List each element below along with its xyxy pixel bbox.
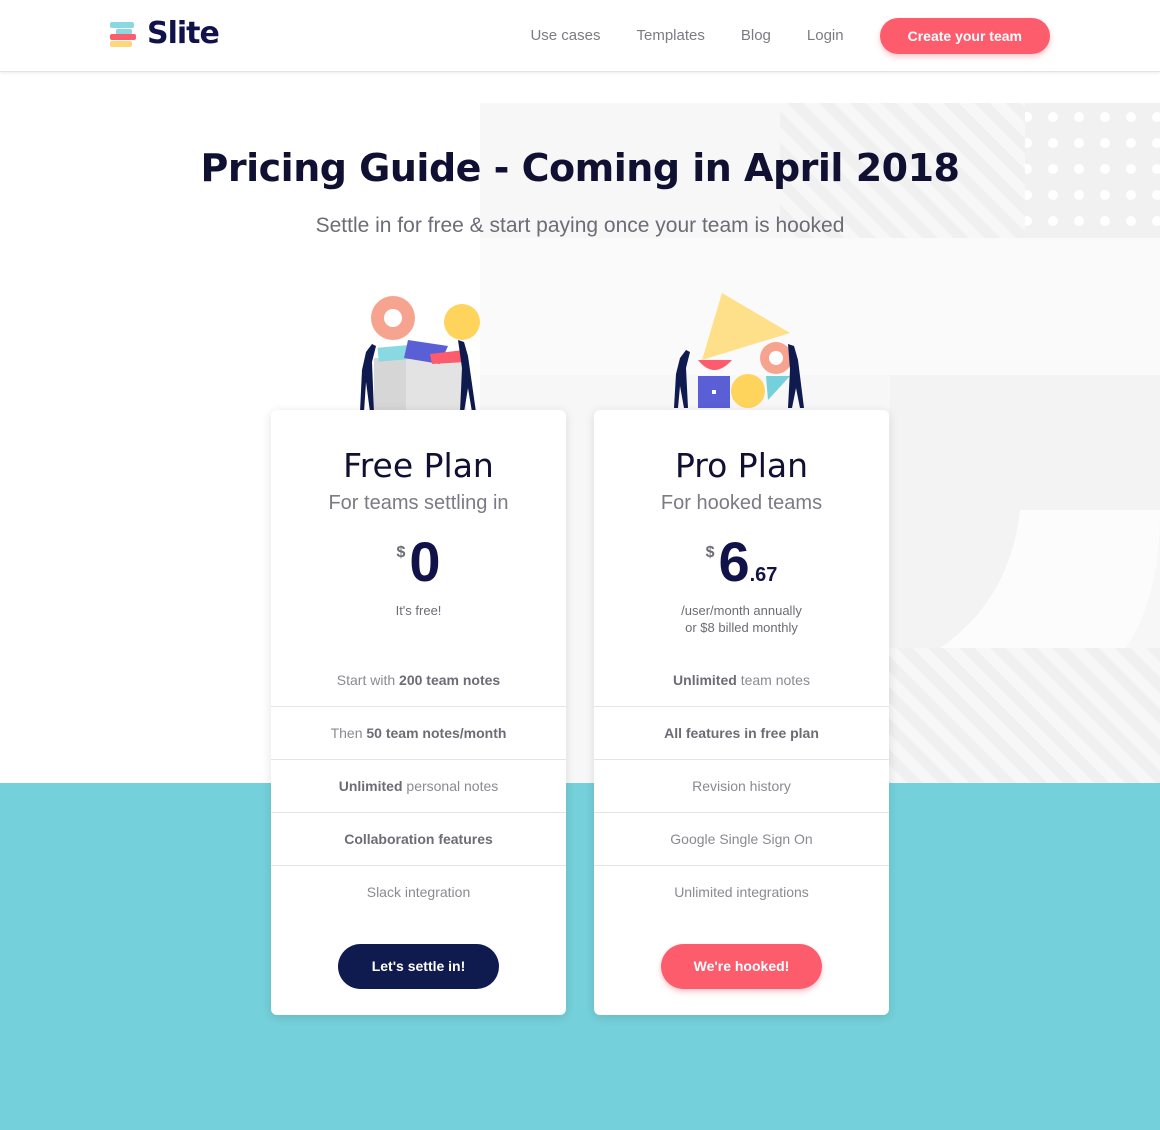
hooked-button[interactable]: We're hooked! <box>661 944 822 989</box>
slite-logo-icon <box>110 20 138 48</box>
price-note: /user/month annually or $8 billed monthl… <box>594 602 889 636</box>
top-navbar: Slite Use cases Templates Blog Login Cre… <box>0 0 1160 72</box>
page-subtitle: Settle in for free & start paying once y… <box>315 214 845 237</box>
plan-price: $6.67 <box>594 534 889 590</box>
nav-use-cases[interactable]: Use cases <box>530 19 600 53</box>
price-note-line-2: or $8 billed monthly <box>685 620 798 635</box>
feature-item: Then 50 team notes/month <box>271 707 566 760</box>
plan-tagline: For hooked teams <box>660 492 823 514</box>
free-plan-illustration <box>360 296 480 412</box>
currency-symbol: $ <box>396 544 406 561</box>
feature-item: Slack integration <box>366 884 471 900</box>
feature-item: Google Single Sign On <box>594 813 889 866</box>
price-amount: 6 <box>718 530 750 593</box>
feature-item: Start with 200 team notes <box>271 654 566 707</box>
plan-price: $0 <box>271 534 566 590</box>
plan-name: Free Plan <box>343 446 494 485</box>
create-team-button[interactable]: Create your team <box>879 18 1050 54</box>
plan-tagline: For teams settling in <box>328 492 509 514</box>
feature-item: Collaboration features <box>271 813 566 866</box>
feature-list: Start with 200 team notes Then 50 team n… <box>271 654 566 919</box>
price-amount: 0 <box>409 530 441 593</box>
feature-item: All features in free plan <box>594 707 889 760</box>
price-decimals: .67 <box>749 564 778 586</box>
free-plan-card: Free Plan For teams settling in $0 It's … <box>271 410 566 1015</box>
nav-login[interactable]: Login <box>807 19 844 53</box>
main-nav: Use cases Templates Blog Login Create yo… <box>530 18 1050 54</box>
settle-in-button[interactable]: Let's settle in! <box>338 944 499 989</box>
feature-item: Unlimited integrations <box>674 884 809 900</box>
nav-blog[interactable]: Blog <box>741 19 771 53</box>
price-note-line-1: It's free! <box>395 603 442 618</box>
plan-name: Pro Plan <box>674 446 809 485</box>
slite-logo[interactable]: Slite <box>110 16 220 51</box>
price-note-line-1: /user/month annually <box>681 603 802 618</box>
feature-list: Unlimited team notes All features in fre… <box>594 654 889 919</box>
currency-symbol: $ <box>705 544 715 561</box>
feature-item: Unlimited team notes <box>594 654 889 707</box>
nav-templates[interactable]: Templates <box>637 19 705 53</box>
page-title: Pricing Guide - Coming in April 2018 <box>200 146 960 190</box>
feature-item: Unlimited personal notes <box>271 760 566 813</box>
feature-item: Revision history <box>594 760 889 813</box>
price-note: It's free! <box>271 602 566 619</box>
logo-text: Slite <box>147 16 220 51</box>
pro-plan-illustration <box>674 293 804 408</box>
teal-band <box>0 783 1160 1130</box>
pro-plan-card: Pro Plan For hooked teams $6.67 /user/mo… <box>594 410 889 1015</box>
